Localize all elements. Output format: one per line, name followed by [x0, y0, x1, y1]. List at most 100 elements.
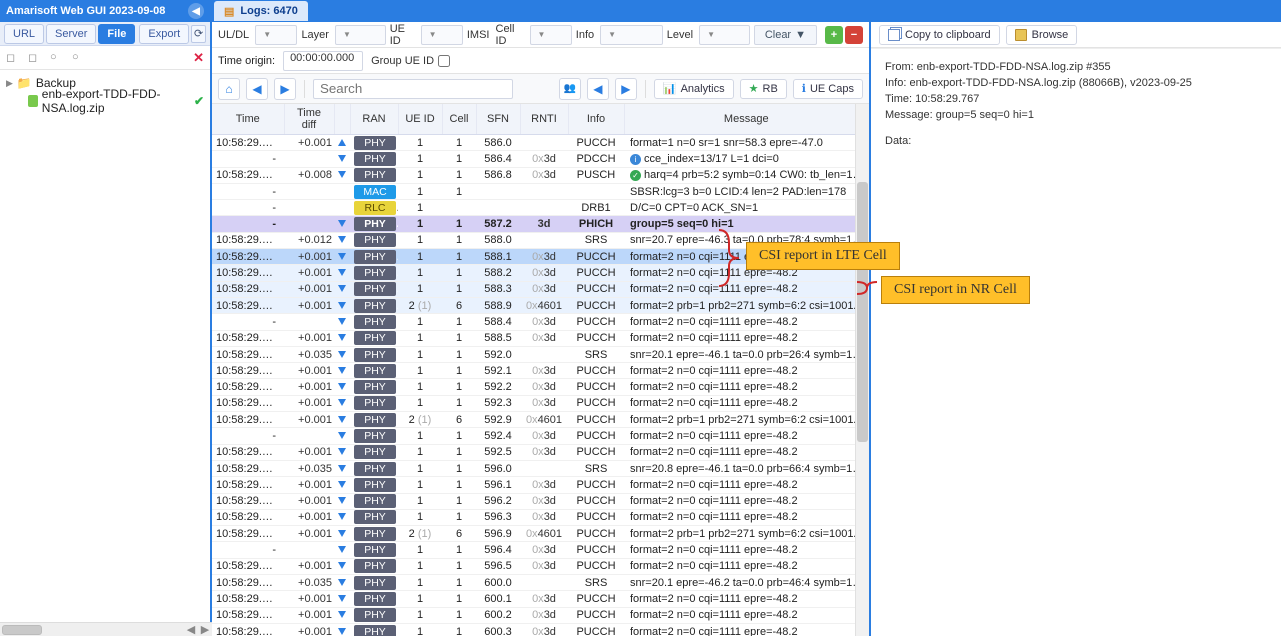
tab-url[interactable]: URL [4, 24, 44, 44]
table-row[interactable]: -PHY11588.40x3dPUCCHformat=2 n=0 cqi=111… [212, 314, 869, 330]
detail-info: enb-export-TDD-FDD-NSA.log.zip (88066B),… [909, 77, 1191, 89]
col-header[interactable]: SFN [476, 104, 520, 135]
filter-cellid-label: Cell ID [496, 23, 524, 47]
collapse-left-icon[interactable]: ◀ [188, 3, 204, 19]
tab-logs[interactable]: ▤ Logs: 6470 [214, 1, 308, 21]
v-scroll-thumb[interactable] [857, 182, 868, 442]
arrow-down-icon [338, 593, 346, 605]
table-row[interactable]: 10:58:29.821+0.001PHY11592.20x3dPUCCHfor… [212, 379, 869, 395]
analytics-button[interactable]: 📊Analytics [654, 79, 734, 99]
log-area: UL/DL ▼ Layer ▼ UE ID ▼ IMSI Cell ID ▼ I… [212, 22, 871, 636]
nav-back-icon[interactable]: ◀ [246, 78, 268, 100]
group-ueid-checkbox[interactable] [438, 55, 450, 67]
col-header[interactable]: Info [568, 104, 624, 135]
table-row[interactable]: -PHY11592.40x3dPUCCHformat=2 n=0 cqi=111… [212, 428, 869, 444]
arrow-down-icon [338, 446, 346, 458]
toolbar-icon-3[interactable]: ○ [50, 51, 64, 65]
remove-filter-icon[interactable]: − [845, 26, 863, 44]
scroll-right-icon[interactable]: ▶ [198, 623, 212, 637]
table-row[interactable]: 10:58:29.860+0.001PHY11596.10x3dPUCCHfor… [212, 477, 869, 493]
toolbar-icon-4[interactable]: ○ [72, 51, 86, 65]
table-row[interactable]: -MAC11SBSR:lcg=3 b=0 LCID:4 len=2 PAD:le… [212, 183, 869, 199]
find-people-icon[interactable]: 👥 [559, 78, 581, 100]
tab-server[interactable]: Server [46, 24, 96, 44]
col-header[interactable]: Time [212, 104, 284, 135]
scroll-thumb[interactable] [2, 625, 42, 635]
table-row[interactable]: 10:58:29.901+0.001PHY11600.20x3dPUCCHfor… [212, 607, 869, 623]
clear-button[interactable]: Clear▼ [754, 25, 817, 45]
table-row[interactable]: 10:58:29.782+0.001PHY11588.30x3dPUCCHfor… [212, 281, 869, 297]
table-row[interactable]: 10:58:29.824+0.001PHY11592.50x3dPUCCHfor… [212, 444, 869, 460]
filter-layer[interactable]: ▼ [335, 25, 386, 45]
table-row[interactable]: 10:58:29.784+0.001PHY11588.50x3dPUCCHfor… [212, 330, 869, 346]
table-row[interactable]: 10:58:29.819+0.035PHY11592.0SRSsnr=20.1 … [212, 346, 869, 362]
ran-badge: PHY [354, 608, 396, 622]
col-header[interactable] [334, 104, 350, 135]
copy-clipboard-button[interactable]: Copy to clipboard [879, 25, 1000, 45]
col-header[interactable]: Message [624, 104, 869, 135]
left-h-scrollbar[interactable]: ◀▶ [0, 622, 212, 636]
search-input[interactable] [313, 79, 513, 99]
brace-lte [717, 228, 747, 291]
table-row[interactable]: 10:58:29.861+0.001PHY11596.20x3dPUCCHfor… [212, 493, 869, 509]
table-row[interactable]: 10:58:29.862+0.001PHY11596.30x3dPUCCHfor… [212, 509, 869, 525]
table-row[interactable]: 10:58:29.864+0.001PHY11596.50x3dPUCCHfor… [212, 558, 869, 574]
ok-check-icon: ✔ [194, 94, 204, 108]
table-row[interactable]: 10:58:29.820+0.001PHY11592.10x3dPUCCHfor… [212, 363, 869, 379]
refresh-icon[interactable]: ⟳ [191, 25, 206, 43]
table-row[interactable]: 10:58:29.899+0.035PHY11600.0SRSsnr=20.1 … [212, 575, 869, 591]
table-row[interactable]: -PHY11587.23dPHICHgroup=5 seq=0 hi=1 [212, 216, 869, 232]
toolbar-icon-1[interactable]: ◻ [6, 51, 20, 65]
table-row[interactable]: 10:58:29.863+0.001PHY2 (1)6596.90x4601PU… [212, 526, 869, 542]
brace-nr [855, 280, 881, 299]
col-header[interactable]: RNTI [520, 104, 568, 135]
add-filter-icon[interactable]: + [825, 26, 843, 44]
export-button[interactable]: Export [139, 24, 189, 44]
tree-file-item[interactable]: enb-export-TDD-FDD-NSA.log.zip ✔ [6, 92, 204, 110]
nav-fwd-icon[interactable]: ▶ [274, 78, 296, 100]
browse-button[interactable]: Browse [1006, 25, 1078, 45]
ran-badge: PHY [354, 413, 396, 427]
nav-home-icon[interactable]: ⌂ [218, 78, 240, 100]
filter-uldl[interactable]: ▼ [255, 25, 297, 45]
filter-level[interactable]: ▼ [699, 25, 750, 45]
rb-button[interactable]: ★RB [740, 79, 787, 99]
col-header[interactable]: UE ID [398, 104, 442, 135]
arrow-down-icon [338, 626, 346, 636]
ran-badge: PHY [354, 429, 396, 443]
close-panel-icon[interactable]: ✕ [193, 50, 204, 66]
tab-file[interactable]: File [98, 24, 135, 44]
group-ueid-toggle[interactable]: Group UE ID [371, 55, 450, 67]
col-header[interactable]: Cell [442, 104, 476, 135]
table-row[interactable]: 10:58:29.783+0.001PHY2 (1)6588.90x4601PU… [212, 297, 869, 313]
table-row[interactable]: -RLC1DRB1D/C=0 CPT=0 ACK_SN=1 [212, 200, 869, 216]
log-table-wrap[interactable]: TimeTime diff RANUE IDCellSFNRNTIInfoMess… [212, 104, 869, 636]
ran-badge: PHY [354, 396, 396, 410]
step-back-icon[interactable]: ◀ [587, 78, 609, 100]
col-header[interactable]: RAN [350, 104, 398, 135]
arrow-down-icon [338, 316, 346, 328]
table-row[interactable]: 10:58:29.823+0.001PHY2 (1)6592.90x4601PU… [212, 412, 869, 428]
filter-cellid[interactable]: ▼ [530, 25, 572, 45]
left-tabbar: URL Server File Export ⟳ [0, 22, 210, 46]
table-row[interactable]: 10:58:29.759+0.001PHY11586.0PUCCHformat=… [212, 135, 869, 151]
v-scrollbar[interactable] [855, 104, 869, 636]
uecaps-button[interactable]: ℹUE Caps [793, 79, 863, 99]
table-row[interactable]: -PHY11586.40x3dPDCCHicce_index=13/17 L=1… [212, 151, 869, 167]
table-row[interactable]: 10:58:29.822+0.001PHY11592.30x3dPUCCHfor… [212, 395, 869, 411]
step-fwd-icon[interactable]: ▶ [615, 78, 637, 100]
table-row[interactable]: -PHY11596.40x3dPUCCHformat=2 n=0 cqi=111… [212, 542, 869, 558]
filter-ueid[interactable]: ▼ [421, 25, 463, 45]
table-row[interactable]: 10:58:29.900+0.001PHY11600.10x3dPUCCHfor… [212, 591, 869, 607]
filter-info[interactable]: ▼ [600, 25, 663, 45]
table-row[interactable]: 10:58:29.859+0.035PHY11596.0SRSsnr=20.8 … [212, 460, 869, 476]
toolbar-icon-2[interactable]: ◻ [28, 51, 42, 65]
table-row[interactable]: 10:58:29.767+0.008PHY11586.80x3dPUSCH✓ha… [212, 167, 869, 183]
ran-badge: PHY [354, 233, 396, 247]
arrow-down-icon [338, 365, 346, 377]
col-header[interactable]: Time diff [284, 104, 334, 135]
scroll-left-icon[interactable]: ◀ [184, 623, 198, 637]
time-origin-input[interactable]: 00:00:00.000 [283, 51, 363, 71]
table-row[interactable]: 10:58:29.902+0.001PHY11600.30x3dPUCCHfor… [212, 623, 869, 636]
ran-badge: PHY [354, 559, 396, 573]
